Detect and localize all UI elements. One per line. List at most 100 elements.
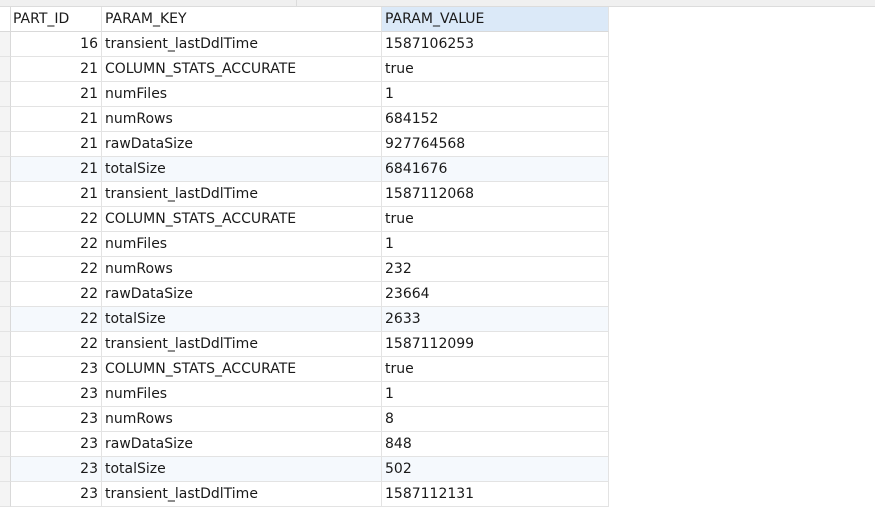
row-gutter[interactable] (0, 182, 11, 207)
cell-param-value[interactable]: true (382, 357, 609, 382)
cell-param-value[interactable]: 1 (382, 82, 609, 107)
cell-param-value[interactable]: 1587112131 (382, 482, 609, 507)
table-row[interactable]: 23 totalSize 502 (0, 457, 609, 482)
cell-param-key[interactable]: numFiles (102, 82, 382, 107)
row-gutter[interactable] (0, 82, 11, 107)
cell-param-value[interactable]: 848 (382, 432, 609, 457)
cell-param-value[interactable]: 8 (382, 407, 609, 432)
cell-param-key[interactable]: rawDataSize (102, 432, 382, 457)
row-gutter[interactable] (0, 207, 11, 232)
row-gutter[interactable] (0, 332, 11, 357)
cell-param-value[interactable]: 232 (382, 257, 609, 282)
cell-param-key[interactable]: rawDataSize (102, 282, 382, 307)
cell-part-id[interactable]: 22 (11, 257, 102, 282)
row-gutter[interactable] (0, 232, 11, 257)
cell-param-value[interactable]: 1587112068 (382, 182, 609, 207)
cell-param-key[interactable]: transient_lastDdlTime (102, 32, 382, 57)
cell-part-id[interactable]: 23 (11, 432, 102, 457)
row-gutter[interactable] (0, 407, 11, 432)
cell-param-value[interactable]: 1 (382, 382, 609, 407)
cell-part-id[interactable]: 22 (11, 307, 102, 332)
cell-part-id[interactable]: 22 (11, 232, 102, 257)
cell-param-key[interactable]: numRows (102, 257, 382, 282)
cell-param-key[interactable]: numFiles (102, 382, 382, 407)
cell-param-value[interactable]: 927764568 (382, 132, 609, 157)
cell-param-key[interactable]: transient_lastDdlTime (102, 332, 382, 357)
row-gutter[interactable] (0, 107, 11, 132)
cell-param-key[interactable]: rawDataSize (102, 132, 382, 157)
table-row[interactable]: 16 transient_lastDdlTime 1587106253 (0, 32, 609, 57)
row-gutter-header[interactable] (0, 7, 11, 32)
table-row[interactable]: 22 totalSize 2633 (0, 307, 609, 332)
cell-param-value[interactable]: true (382, 207, 609, 232)
cell-param-key[interactable]: COLUMN_STATS_ACCURATE (102, 57, 382, 82)
cell-param-value[interactable]: 6841676 (382, 157, 609, 182)
column-header-part-id[interactable]: PART_ID (11, 7, 102, 32)
table-row[interactable]: 22 numFiles 1 (0, 232, 609, 257)
cell-part-id[interactable]: 21 (11, 132, 102, 157)
row-gutter[interactable] (0, 432, 11, 457)
table-row[interactable]: 21 numFiles 1 (0, 82, 609, 107)
cell-param-value[interactable]: 2633 (382, 307, 609, 332)
table-row[interactable]: 23 numFiles 1 (0, 382, 609, 407)
cell-param-key[interactable]: transient_lastDdlTime (102, 482, 382, 507)
cell-part-id[interactable]: 22 (11, 207, 102, 232)
row-gutter[interactable] (0, 282, 11, 307)
cell-param-key[interactable]: totalSize (102, 457, 382, 482)
cell-param-key[interactable]: COLUMN_STATS_ACCURATE (102, 357, 382, 382)
cell-param-value[interactable]: 1 (382, 232, 609, 257)
cell-param-key[interactable]: COLUMN_STATS_ACCURATE (102, 207, 382, 232)
table-row[interactable]: 23 COLUMN_STATS_ACCURATE true (0, 357, 609, 382)
grid-header-row: PART_ID PARAM_KEY PARAM_VALUE (0, 7, 609, 32)
cell-part-id[interactable]: 23 (11, 357, 102, 382)
row-gutter[interactable] (0, 457, 11, 482)
table-row[interactable]: 21 COLUMN_STATS_ACCURATE true (0, 57, 609, 82)
cell-part-id[interactable]: 22 (11, 332, 102, 357)
table-row[interactable]: 22 numRows 232 (0, 257, 609, 282)
row-gutter[interactable] (0, 157, 11, 182)
row-gutter[interactable] (0, 257, 11, 282)
column-header-param-value[interactable]: PARAM_VALUE (382, 7, 609, 32)
cell-param-key[interactable]: numRows (102, 407, 382, 432)
table-row[interactable]: 21 transient_lastDdlTime 1587112068 (0, 182, 609, 207)
table-row[interactable]: 22 transient_lastDdlTime 1587112099 (0, 332, 609, 357)
cell-param-value[interactable]: 1587106253 (382, 32, 609, 57)
cell-param-key[interactable]: totalSize (102, 157, 382, 182)
row-gutter[interactable] (0, 132, 11, 157)
column-header-param-key[interactable]: PARAM_KEY (102, 7, 382, 32)
cell-part-id[interactable]: 23 (11, 407, 102, 432)
row-gutter[interactable] (0, 382, 11, 407)
cell-part-id[interactable]: 21 (11, 157, 102, 182)
cell-param-value[interactable]: 23664 (382, 282, 609, 307)
cell-param-value[interactable]: 1587112099 (382, 332, 609, 357)
table-row[interactable]: 23 numRows 8 (0, 407, 609, 432)
cell-part-id[interactable]: 23 (11, 457, 102, 482)
cell-part-id[interactable]: 21 (11, 107, 102, 132)
row-gutter[interactable] (0, 307, 11, 332)
cell-param-key[interactable]: numRows (102, 107, 382, 132)
table-row[interactable]: 21 totalSize 6841676 (0, 157, 609, 182)
cell-param-value[interactable]: 502 (382, 457, 609, 482)
cell-param-key[interactable]: totalSize (102, 307, 382, 332)
table-row[interactable]: 23 transient_lastDdlTime 1587112131 (0, 482, 609, 507)
cell-part-id[interactable]: 16 (11, 32, 102, 57)
row-gutter[interactable] (0, 32, 11, 57)
cell-part-id[interactable]: 21 (11, 82, 102, 107)
row-gutter[interactable] (0, 357, 11, 382)
row-gutter[interactable] (0, 57, 11, 82)
table-row[interactable]: 21 numRows 684152 (0, 107, 609, 132)
table-row[interactable]: 22 COLUMN_STATS_ACCURATE true (0, 207, 609, 232)
table-row[interactable]: 23 rawDataSize 848 (0, 432, 609, 457)
cell-param-value[interactable]: true (382, 57, 609, 82)
cell-part-id[interactable]: 22 (11, 282, 102, 307)
row-gutter[interactable] (0, 482, 11, 507)
cell-param-value[interactable]: 684152 (382, 107, 609, 132)
cell-part-id[interactable]: 23 (11, 382, 102, 407)
table-row[interactable]: 21 rawDataSize 927764568 (0, 132, 609, 157)
cell-part-id[interactable]: 23 (11, 482, 102, 507)
cell-param-key[interactable]: numFiles (102, 232, 382, 257)
cell-part-id[interactable]: 21 (11, 57, 102, 82)
table-row[interactable]: 22 rawDataSize 23664 (0, 282, 609, 307)
cell-part-id[interactable]: 21 (11, 182, 102, 207)
cell-param-key[interactable]: transient_lastDdlTime (102, 182, 382, 207)
